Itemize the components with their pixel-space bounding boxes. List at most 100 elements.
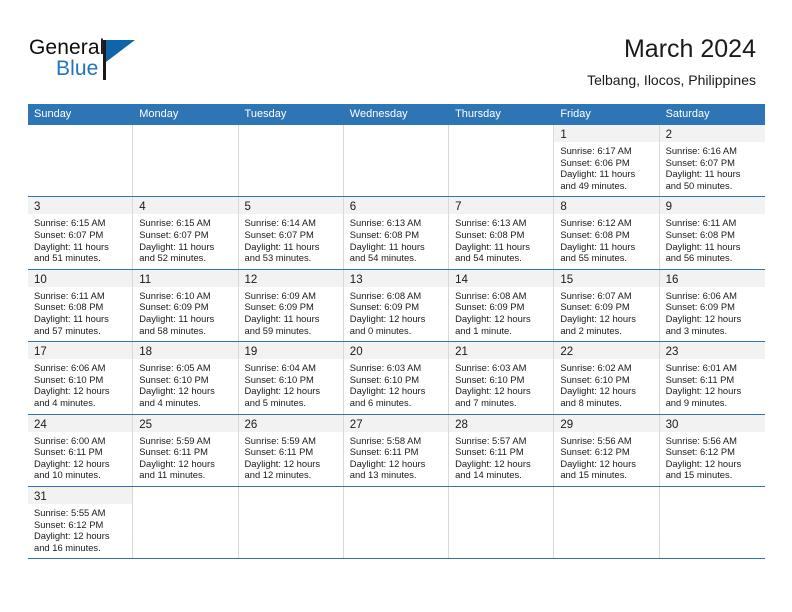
calendar-day-cell[interactable]: 18 Sunrise: 6:05 AM Sunset: 6:10 PM Dayligh… xyxy=(133,342,239,414)
sunset-text: Sunset: 6:10 PM xyxy=(560,373,630,385)
calendar-day-cell[interactable]: 23 Sunrise: 6:01 AM Sunset: 6:11 PM Dayligh… xyxy=(659,342,765,413)
daylight-text-line2: and 16 minutes. xyxy=(34,541,101,553)
calendar-day-cell[interactable]: 7 Sunrise: 6:13 AM Sunset: 6:08 PM Daylight… xyxy=(449,197,555,269)
calendar-day-cell[interactable]: 11 Sunrise: 6:10 AM Sunset: 6:09 PM Dayligh… xyxy=(133,269,239,342)
daylight-text-line1: Daylight: 12 hours xyxy=(244,385,321,397)
calendar-day-cell[interactable]: 22 Sunrise: 6:02 AM Sunset: 6:10 PM Dayligh… xyxy=(554,342,660,414)
date-bar: 26 xyxy=(238,414,343,432)
sunrise-text: Sunrise: 6:09 AM xyxy=(244,289,316,301)
weekday-header-friday: Friday xyxy=(560,108,591,120)
sunrise-text: Sunrise: 5:56 AM xyxy=(665,434,737,446)
sunrise-text: Sunrise: 6:01 AM xyxy=(665,362,737,374)
day-number: 12 xyxy=(244,273,258,286)
daylight-text-line1: Daylight: 11 hours xyxy=(665,240,741,252)
calendar-day-cell[interactable]: 4 Sunrise: 6:15 AM Sunset: 6:07 PM Daylight… xyxy=(133,197,239,269)
date-bar: 12 xyxy=(238,269,343,287)
date-bar xyxy=(344,487,448,504)
date-bar: 25 xyxy=(133,414,238,432)
sunset-text: Sunset: 6:12 PM xyxy=(34,518,104,530)
calendar-cell-empty xyxy=(239,486,344,559)
day-number: 20 xyxy=(349,346,363,359)
calendar-day-cell[interactable]: 16 Sunrise: 6:06 AM Sunset: 6:09 PM Dayligh… xyxy=(659,269,765,341)
sunrise-text: Sunrise: 6:00 AM xyxy=(34,434,106,446)
calendar-day-cell[interactable]: 9 Sunrise: 6:11 AM Sunset: 6:08 PM Daylight… xyxy=(659,197,765,268)
date-bar xyxy=(344,125,448,142)
daylight-text-line1: Daylight: 11 hours xyxy=(349,240,425,252)
calendar-grid: Sunday Monday Tuesday Wednesday Thursday Frid… xyxy=(28,104,765,560)
calendar-day-cell[interactable]: 12 Sunrise: 6:09 AM Sunset: 6:09 PM Dayligh… xyxy=(238,269,344,342)
weekday-header-saturday: Saturday xyxy=(665,108,710,120)
day-details: Sunrise: 6:16 AM Sunset: 6:07 PM Daylight:… xyxy=(660,142,765,191)
sunrise-text: Sunrise: 6:15 AM xyxy=(139,217,211,229)
daylight-text-line2: and 5 minutes. xyxy=(244,396,307,408)
date-bar: 19 xyxy=(238,342,343,360)
date-bar: 8 xyxy=(554,197,659,215)
calendar-day-cell[interactable]: 6 Sunrise: 6:13 AM Sunset: 6:08 PM Daylight… xyxy=(343,197,450,269)
daylight-text-line2: and 57 minutes. xyxy=(34,324,101,336)
calendar-day-cell[interactable]: 25 Sunrise: 5:59 AM Sunset: 6:11 PM Dayligh… xyxy=(133,414,239,486)
calendar-day-cell[interactable]: 2 Sunrise: 6:16 AM Sunset: 6:07 PM Daylight… xyxy=(659,125,765,196)
brand-logo[interactable]: General Blue xyxy=(29,36,179,88)
calendar-day-cell[interactable]: 19 Sunrise: 6:04 AM Sunset: 6:10 PM Dayligh… xyxy=(238,342,344,414)
daylight-text-line1: Daylight: 11 hours xyxy=(139,312,215,324)
calendar-day-cell[interactable]: 30 Sunrise: 5:56 AM Sunset: 6:12 PM Dayligh… xyxy=(659,414,765,486)
calendar-cell-empty xyxy=(554,486,660,559)
daylight-text-line1: Daylight: 11 hours xyxy=(244,312,320,324)
brand-name-blue: Blue xyxy=(56,57,99,80)
calendar-week-row: 17 Sunrise: 6:06 AM Sunset: 6:10 PM Dayligh… xyxy=(28,342,765,415)
daylight-text-line2: and 50 minutes. xyxy=(665,179,733,191)
calendar-day-cell[interactable]: 17 Sunrise: 6:06 AM Sunset: 6:10 PM Dayligh… xyxy=(28,342,134,414)
daylight-text-line1: Daylight: 12 hours xyxy=(560,312,636,324)
sunrise-text: Sunrise: 6:03 AM xyxy=(455,362,527,374)
sunset-text: Sunset: 6:07 PM xyxy=(139,228,209,240)
sunrise-text: Sunrise: 6:11 AM xyxy=(665,217,737,229)
calendar-day-cell[interactable]: 24 Sunrise: 6:00 AM Sunset: 6:11 PM Dayligh… xyxy=(28,414,134,486)
daylight-text-line1: Daylight: 12 hours xyxy=(34,530,110,542)
calendar-day-cell[interactable]: 31 Sunrise: 5:55 AM Sunset: 6:12 PM Dayligh… xyxy=(28,486,134,559)
date-bar: 6 xyxy=(343,197,449,215)
sunset-text: Sunset: 6:10 PM xyxy=(139,373,209,385)
calendar-day-cell[interactable]: 13 Sunrise: 6:08 AM Sunset: 6:09 PM Dayligh… xyxy=(343,269,450,342)
calendar-day-cell[interactable]: 8 Sunrise: 6:12 AM Sunset: 6:08 PM Daylight… xyxy=(554,197,660,269)
calendar-cell-empty xyxy=(344,486,450,559)
calendar-day-cell[interactable]: 10 Sunrise: 6:11 AM Sunset: 6:08 PM Dayligh… xyxy=(28,269,134,342)
daylight-text-line2: and 2 minutes. xyxy=(560,324,622,336)
calendar-day-cell[interactable]: 15 Sunrise: 6:07 AM Sunset: 6:09 PM Dayligh… xyxy=(554,269,660,342)
daylight-text-line2: and 0 minutes. xyxy=(349,324,412,336)
date-bar xyxy=(554,487,658,504)
calendar-day-cell[interactable]: 20 Sunrise: 6:03 AM Sunset: 6:10 PM Dayligh… xyxy=(343,342,450,414)
calendar-day-cell[interactable]: 29 Sunrise: 5:56 AM Sunset: 6:12 PM Dayligh… xyxy=(554,414,660,486)
weekday-header-monday: Monday xyxy=(139,108,179,120)
date-bar: 17 xyxy=(28,342,133,360)
calendar-day-cell[interactable]: 1 Sunrise: 6:17 AM Sunset: 6:06 PM Daylight… xyxy=(554,125,660,197)
day-number: 5 xyxy=(244,201,251,214)
calendar-day-cell[interactable]: 21 Sunrise: 6:03 AM Sunset: 6:10 PM Dayligh… xyxy=(449,342,555,414)
calendar-day-cell[interactable]: 27 Sunrise: 5:58 AM Sunset: 6:11 PM Dayligh… xyxy=(343,414,450,486)
calendar-day-cell[interactable]: 5 Sunrise: 6:14 AM Sunset: 6:07 PM Daylight… xyxy=(238,197,344,269)
day-number: 10 xyxy=(34,273,47,286)
daylight-text-line1: Daylight: 11 hours xyxy=(560,168,636,180)
daylight-text-line2: and 58 minutes. xyxy=(139,324,206,336)
sunset-text: Sunset: 6:12 PM xyxy=(665,446,735,458)
day-number: 26 xyxy=(244,418,258,431)
sunset-text: Sunset: 6:10 PM xyxy=(34,373,104,385)
calendar-day-cell[interactable]: 28 Sunrise: 5:57 AM Sunset: 6:11 PM Dayligh… xyxy=(449,414,555,486)
calendar-cell-empty xyxy=(28,125,134,197)
daylight-text-line2: and 53 minutes. xyxy=(244,252,312,264)
day-number: 13 xyxy=(349,273,363,286)
sunset-text: Sunset: 6:07 PM xyxy=(34,228,104,240)
calendar-week-row: 3 Sunrise: 6:15 AM Sunset: 6:07 PM Daylight… xyxy=(28,197,765,270)
daylight-text-line1: Daylight: 12 hours xyxy=(560,457,636,469)
calendar-day-cell[interactable]: 14 Sunrise: 6:08 AM Sunset: 6:09 PM Dayligh… xyxy=(449,269,555,342)
calendar-day-cell[interactable]: 3 Sunrise: 6:15 AM Sunset: 6:07 PM Daylight… xyxy=(28,197,134,269)
date-bar: 9 xyxy=(659,197,765,215)
daylight-text-line1: Daylight: 12 hours xyxy=(349,312,426,324)
daylight-text-line1: Daylight: 12 hours xyxy=(455,457,531,469)
flag-triangle-icon xyxy=(106,40,135,62)
day-number: 28 xyxy=(455,418,468,431)
sunset-text: Sunset: 6:09 PM xyxy=(244,301,314,313)
calendar-page: General Blue March 2024 Telbang, Ilocos,… xyxy=(0,0,792,612)
date-bar: 11 xyxy=(133,269,238,287)
daylight-text-line2: and 15 minutes. xyxy=(665,469,733,481)
calendar-day-cell[interactable]: 26 Sunrise: 5:59 AM Sunset: 6:11 PM Dayligh… xyxy=(238,414,344,486)
